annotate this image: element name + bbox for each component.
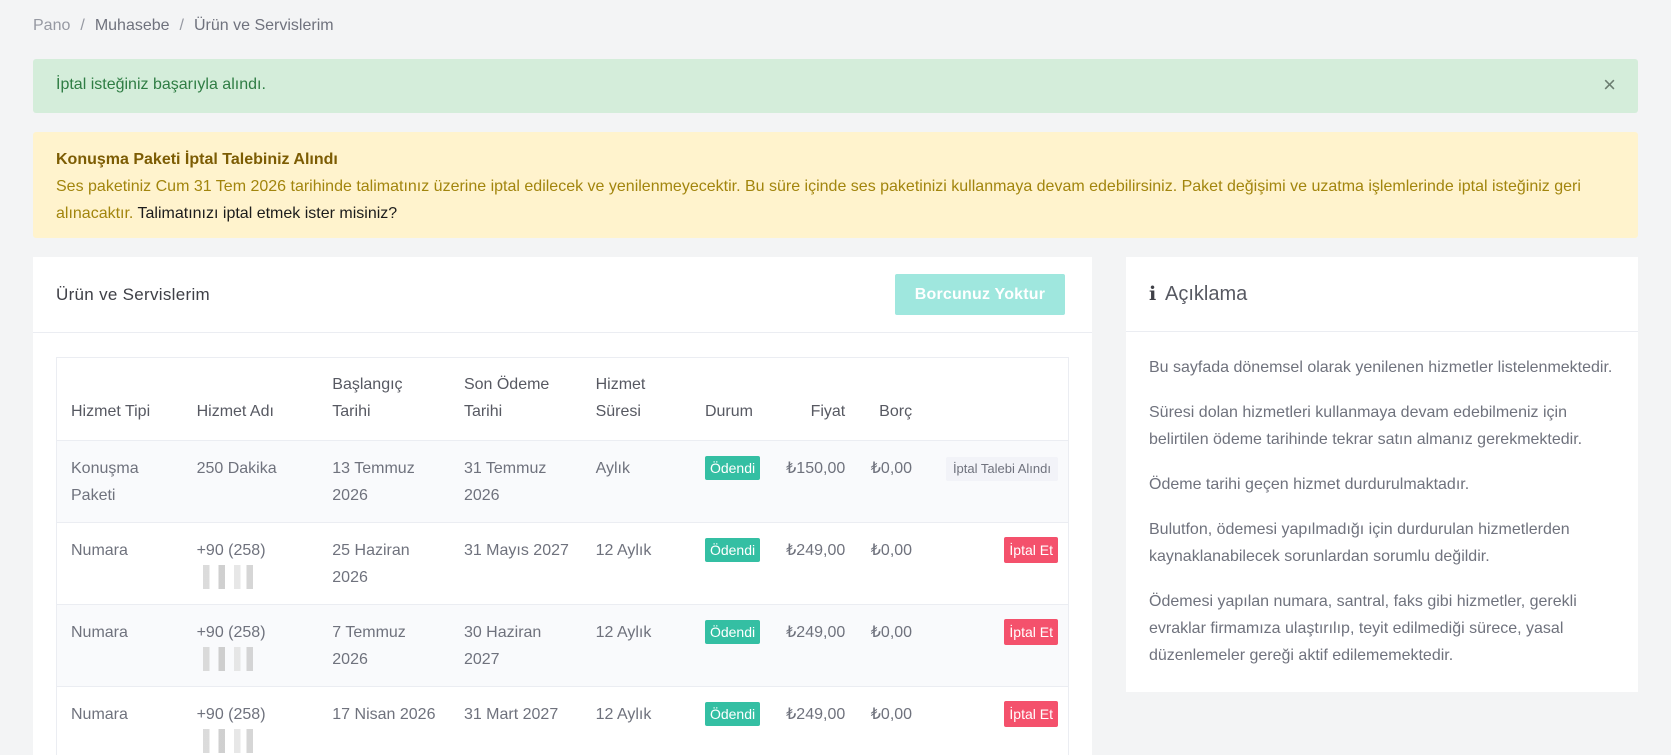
cell-action: İptal Et bbox=[918, 686, 1068, 755]
info-paragraph: Bulutfon, ödemesi yapılmadığı için durdu… bbox=[1149, 521, 1570, 565]
cancel-instruction-link[interactable]: Talimatınızı iptal etmek ister misiniz? bbox=[138, 205, 398, 222]
info-paragraph: Bu sayfada dönemsel olarak yenilenen hiz… bbox=[1149, 359, 1613, 376]
col-action bbox=[918, 358, 1068, 441]
cell-name: +90 (258) bbox=[182, 522, 319, 605]
services-card: Ürün ve Servislerim Borcunuz Yoktur Hizm… bbox=[33, 257, 1092, 755]
breadcrumb-accounting[interactable]: Muhasebe bbox=[95, 17, 170, 35]
breadcrumb-home[interactable]: Pano bbox=[33, 17, 70, 35]
cancel-requested-badge: İptal Talebi Alındı bbox=[945, 456, 1058, 481]
col-service-type: Hizmet Tipi bbox=[57, 358, 183, 441]
cancel-button[interactable]: İptal Et bbox=[1004, 536, 1058, 563]
phone-number: +90 (258) bbox=[196, 623, 266, 641]
cell-due: 31 Mart 2027 bbox=[449, 686, 582, 755]
cell-status: Ödendi bbox=[690, 604, 772, 687]
cell-due: 31 Temmuz 2026 bbox=[449, 440, 582, 523]
status-badge: Ödendi bbox=[704, 619, 761, 644]
success-alert-text: İptal isteğiniz başarıyla alındı. bbox=[56, 76, 266, 93]
services-card-header: Ürün ve Servislerim Borcunuz Yoktur bbox=[33, 257, 1092, 333]
breadcrumb-separator: / bbox=[80, 17, 85, 34]
cell-debt: ₺0,00 bbox=[851, 522, 919, 605]
cell-price: ₺249,00 bbox=[771, 686, 852, 755]
breadcrumb-separator: / bbox=[179, 17, 184, 34]
cell-debt: ₺0,00 bbox=[851, 686, 919, 755]
table-row: Numara +90 (258) 7 Temmuz 2026 30 Hazira… bbox=[57, 604, 1068, 687]
warning-alert: Konuşma Paketi İptal Talebiniz Alındı Se… bbox=[33, 132, 1638, 238]
cell-action: İptal Talebi Alındı bbox=[918, 440, 1068, 523]
cell-name: 250 Dakika bbox=[182, 440, 319, 523]
masked-digits bbox=[196, 729, 259, 754]
close-icon[interactable]: × bbox=[1603, 74, 1616, 96]
cell-action: İptal Et bbox=[918, 522, 1068, 605]
cell-type: Numara bbox=[57, 604, 183, 687]
col-period: Hizmet Süresi bbox=[581, 358, 691, 441]
cell-type: Konuşma Paketi bbox=[57, 440, 183, 523]
table-row: Numara +90 (258) 17 Nisan 2026 31 Mart 2… bbox=[57, 686, 1068, 755]
masked-digits bbox=[196, 565, 259, 590]
cell-start: 25 Haziran 2026 bbox=[318, 522, 450, 605]
cell-period: Aylık bbox=[581, 440, 691, 523]
warning-alert-title: Konuşma Paketi İptal Talebiniz Alındı bbox=[56, 151, 338, 168]
info-card-body: Bu sayfada dönemsel olarak yenilenen hiz… bbox=[1126, 332, 1638, 669]
col-price: Fiyat bbox=[771, 358, 852, 441]
cell-name: +90 (258) bbox=[182, 686, 319, 755]
cell-type: Numara bbox=[57, 686, 183, 755]
status-badge: Ödendi bbox=[704, 455, 761, 480]
status-badge: Ödendi bbox=[704, 701, 761, 726]
col-status: Durum bbox=[690, 358, 772, 441]
cell-price: ₺150,00 bbox=[771, 440, 852, 523]
col-debt: Borç bbox=[851, 358, 919, 441]
cell-type: Numara bbox=[57, 522, 183, 605]
info-card: i Açıklama Bu sayfada dönemsel olarak ye… bbox=[1126, 257, 1638, 692]
col-due-date: Son Ödeme Tarihi bbox=[449, 358, 582, 441]
cell-start: 7 Temmuz 2026 bbox=[318, 604, 450, 687]
breadcrumb-current: Ürün ve Servislerim bbox=[194, 17, 334, 34]
success-alert: İptal isteğiniz başarıyla alındı. × bbox=[33, 59, 1638, 113]
status-badge: Ödendi bbox=[704, 537, 761, 562]
info-paragraph: Ödeme tarihi geçen hizmet durdurulmaktad… bbox=[1149, 476, 1470, 493]
cancel-button[interactable]: İptal Et bbox=[1004, 618, 1058, 645]
masked-digits bbox=[196, 647, 259, 672]
cell-start: 17 Nisan 2026 bbox=[318, 686, 450, 755]
cell-period: 12 Aylık bbox=[581, 604, 691, 687]
cell-period: 12 Aylık bbox=[581, 522, 691, 605]
info-card-header: i Açıklama bbox=[1126, 257, 1638, 332]
table-row: Numara +90 (258) 25 Haziran 2026 31 Mayı… bbox=[57, 522, 1068, 605]
cell-name: +90 (258) bbox=[182, 604, 319, 687]
phone-number: +90 (258) bbox=[196, 705, 266, 723]
cell-debt: ₺0,00 bbox=[851, 604, 919, 687]
cell-due: 30 Haziran 2027 bbox=[449, 604, 582, 687]
cell-status: Ödendi bbox=[690, 522, 772, 605]
no-debt-button[interactable]: Borcunuz Yoktur bbox=[895, 274, 1065, 315]
col-service-name: Hizmet Adı bbox=[182, 358, 319, 441]
cell-price: ₺249,00 bbox=[771, 522, 852, 605]
breadcrumb: Pano / Muhasebe / Ürün ve Servislerim bbox=[33, 17, 334, 35]
col-start-date: Başlangıç Tarihi bbox=[318, 358, 450, 441]
info-paragraph: Ödemesi yapılan numara, santral, faks gi… bbox=[1149, 593, 1577, 664]
cell-start: 13 Temmuz 2026 bbox=[318, 440, 450, 523]
info-card-title: Açıklama bbox=[1165, 282, 1248, 305]
cell-price: ₺249,00 bbox=[771, 604, 852, 687]
cell-period: 12 Aylık bbox=[581, 686, 691, 755]
table-row: Konuşma Paketi 250 Dakika 13 Temmuz 2026… bbox=[57, 440, 1068, 523]
info-paragraph: Süresi dolan hizmetleri kullanmaya devam… bbox=[1149, 404, 1583, 448]
cancel-button[interactable]: İptal Et bbox=[1004, 700, 1058, 727]
cell-due: 31 Mayıs 2027 bbox=[449, 522, 582, 605]
cell-debt: ₺0,00 bbox=[851, 440, 919, 523]
cell-status: Ödendi bbox=[690, 686, 772, 755]
table-header-row: Hizmet Tipi Hizmet Adı Başlangıç Tarihi … bbox=[57, 358, 1068, 441]
cell-action: İptal Et bbox=[918, 604, 1068, 687]
phone-number: +90 (258) bbox=[196, 541, 266, 559]
info-icon: i bbox=[1149, 283, 1157, 305]
services-card-title: Ürün ve Servislerim bbox=[56, 284, 211, 304]
cell-status: Ödendi bbox=[690, 440, 772, 523]
services-table: Hizmet Tipi Hizmet Adı Başlangıç Tarihi … bbox=[56, 357, 1069, 755]
